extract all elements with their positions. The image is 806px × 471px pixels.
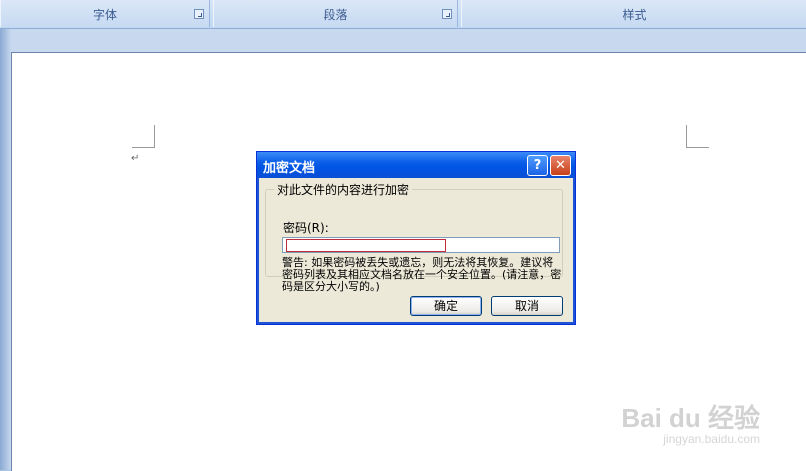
- font-dialog-launcher-icon[interactable]: [194, 9, 204, 19]
- ribbon-group-bar: 字体 段落 样式: [0, 0, 806, 29]
- paragraph-dialog-launcher-icon[interactable]: [442, 9, 452, 19]
- password-focus-highlight: [286, 239, 446, 252]
- ribbon-group-font: 字体: [0, 0, 210, 27]
- paragraph-mark-icon: ↵: [131, 153, 140, 164]
- ribbon-group-paragraph: 段落: [213, 0, 458, 27]
- encrypt-groupbox: 对此文件的内容进行加密 密码(R): 警告: 如果密码被丢失或遗忘，则无法将其恢…: [265, 181, 563, 293]
- help-button[interactable]: ?: [527, 155, 548, 176]
- close-button[interactable]: ✕: [550, 155, 571, 176]
- dialog-titlebar[interactable]: 加密文档 ? ✕: [257, 152, 575, 178]
- ok-button[interactable]: 确定: [410, 296, 482, 316]
- ribbon-group-font-label: 字体: [92, 8, 117, 22]
- warning-text: 警告: 如果密码被丢失或遗忘，则无法将其恢复。建议将密码列表及其相应文档名放在一…: [282, 256, 562, 293]
- dialog-title: 加密文档: [263, 161, 316, 176]
- margin-corner-top-left: [132, 125, 155, 148]
- watermark-logo: Bai du 经验: [621, 403, 760, 433]
- cancel-button[interactable]: 取消: [491, 296, 563, 316]
- password-label: 密码(R):: [283, 221, 329, 235]
- ribbon-group-styles-label: 样式: [622, 8, 647, 22]
- encrypt-document-dialog: 加密文档 ? ✕ 对此文件的内容进行加密 密码(R): 警告: 如果密码被丢失或…: [256, 151, 576, 325]
- margin-corner-top-right: [686, 125, 709, 148]
- watermark-url: jingyan.baidu.com: [663, 432, 760, 446]
- encrypt-groupbox-label: 对此文件的内容进行加密: [277, 183, 410, 197]
- ribbon-group-styles: 样式: [461, 0, 806, 27]
- dialog-body: 对此文件的内容进行加密 密码(R): 警告: 如果密码被丢失或遗忘，则无法将其恢…: [261, 178, 571, 320]
- ribbon-group-paragraph-label: 段落: [323, 8, 348, 22]
